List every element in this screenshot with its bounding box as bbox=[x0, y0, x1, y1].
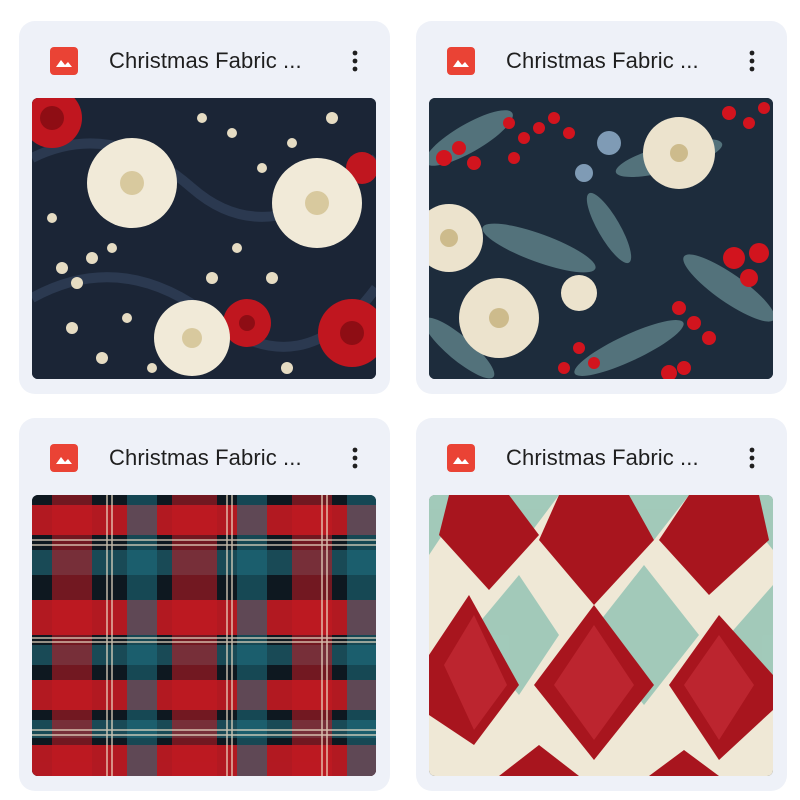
file-card-header: Christmas Fabric ... bbox=[19, 21, 390, 99]
more-vert-icon[interactable] bbox=[736, 442, 768, 474]
file-thumbnail[interactable] bbox=[32, 495, 376, 776]
image-file-icon bbox=[447, 444, 475, 472]
file-card[interactable]: Christmas Fabric ... bbox=[416, 418, 787, 791]
file-name[interactable]: Christmas Fabric ... bbox=[109, 442, 324, 474]
file-grid: Christmas Fabric ... Christmas Fabric ..… bbox=[0, 0, 800, 800]
more-vert-icon[interactable] bbox=[339, 442, 371, 474]
more-vert-icon[interactable] bbox=[736, 45, 768, 77]
more-vert-icon[interactable] bbox=[339, 45, 371, 77]
image-file-icon bbox=[50, 47, 78, 75]
file-card-header: Christmas Fabric ... bbox=[416, 418, 787, 496]
file-card-header: Christmas Fabric ... bbox=[19, 418, 390, 496]
file-card[interactable]: Christmas Fabric ... bbox=[19, 21, 390, 394]
file-card[interactable]: Christmas Fabric ... bbox=[19, 418, 390, 791]
file-name[interactable]: Christmas Fabric ... bbox=[506, 45, 721, 77]
file-card-header: Christmas Fabric ... bbox=[416, 21, 787, 99]
file-thumbnail[interactable] bbox=[429, 98, 773, 379]
file-name[interactable]: Christmas Fabric ... bbox=[109, 45, 324, 77]
image-file-icon bbox=[50, 444, 78, 472]
file-thumbnail[interactable] bbox=[32, 98, 376, 379]
file-name[interactable]: Christmas Fabric ... bbox=[506, 442, 721, 474]
file-card[interactable]: Christmas Fabric ... bbox=[416, 21, 787, 394]
file-thumbnail[interactable] bbox=[429, 495, 773, 776]
image-file-icon bbox=[447, 47, 475, 75]
